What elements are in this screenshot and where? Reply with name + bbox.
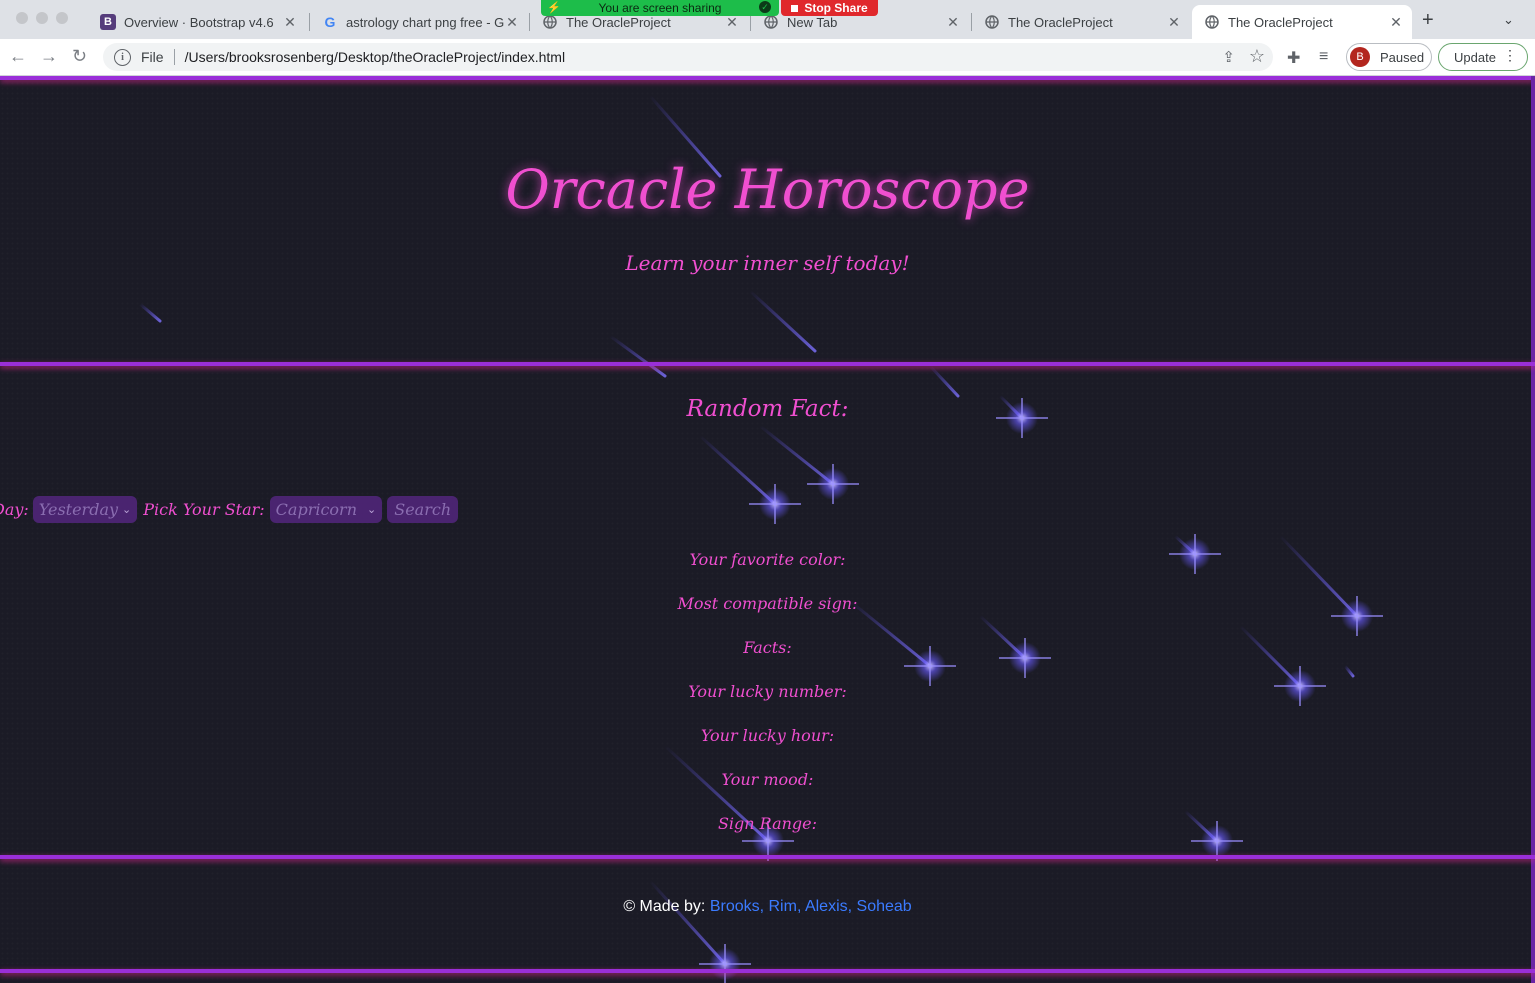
window-close-button[interactable] xyxy=(16,12,28,24)
section-divider xyxy=(0,362,1535,366)
shield-check-icon: ✓ xyxy=(759,1,771,13)
tab-close-icon[interactable]: ✕ xyxy=(724,14,740,31)
window-minimize-button[interactable] xyxy=(36,12,48,24)
shooting-star xyxy=(608,334,667,378)
share-app-icon: ⚡ xyxy=(547,2,561,14)
globe-icon xyxy=(984,14,1000,30)
tab-astrology-search[interactable]: G astrology chart png free - G ✕ xyxy=(310,5,528,39)
chevron-down-icon: ⌄ xyxy=(122,503,132,516)
tab-oracle-2[interactable]: The OracleProject ✕ xyxy=(972,5,1190,39)
page-title: Orcacle Horoscope xyxy=(505,158,1030,221)
sign-range-field: Sign Range: xyxy=(717,814,818,833)
globe-icon xyxy=(542,14,558,30)
tab-bootstrap[interactable]: B Overview · Bootstrap v4.6 ✕ xyxy=(88,5,306,39)
back-arrow-icon[interactable]: ← xyxy=(9,47,27,65)
shooting-star xyxy=(928,364,960,398)
avatar: B xyxy=(1350,47,1370,67)
forward-arrow-icon[interactable]: → xyxy=(40,47,58,65)
top-border xyxy=(0,76,1535,80)
web-page: Orcacle Horoscope Learn your inner self … xyxy=(0,76,1535,983)
screen-share-status: You are screen sharing xyxy=(598,1,722,15)
shooting-star xyxy=(138,302,162,323)
tab-title: The OracleProject xyxy=(566,14,671,30)
shooting-star xyxy=(698,434,801,524)
stop-share-label: Stop Share xyxy=(804,1,868,15)
search-button[interactable]: Search xyxy=(387,496,459,523)
globe-icon xyxy=(763,14,779,30)
day-label: Day: xyxy=(0,500,29,519)
window-zoom-button[interactable] xyxy=(56,12,68,24)
horoscope-form: Day: Yesterday ⌄ Pick Your Star: Caprico… xyxy=(0,496,459,523)
star-select[interactable]: Capricorn ⌄ xyxy=(269,496,383,523)
tab-close-icon[interactable]: ✕ xyxy=(1388,14,1404,31)
tab-close-icon[interactable]: ✕ xyxy=(1166,14,1182,31)
shooting-star xyxy=(748,289,817,353)
address-scheme: File xyxy=(141,49,164,65)
site-info-icon[interactable]: i xyxy=(114,48,131,66)
bootstrap-icon: B xyxy=(100,14,116,30)
shooting-star xyxy=(758,424,859,504)
more-menu-icon[interactable]: ⋮ xyxy=(1503,48,1517,62)
mood-field: Your mood: xyxy=(721,770,814,789)
tab-title: Overview · Bootstrap v4.6 xyxy=(124,14,274,30)
tagline: Learn your inner self today! xyxy=(625,251,910,275)
google-icon: G xyxy=(324,14,336,30)
reading-list-icon[interactable]: ≡ xyxy=(1319,48,1328,66)
tab-title: The OracleProject xyxy=(1228,14,1333,30)
compatible-sign-field: Most compatible sign: xyxy=(677,594,858,613)
facts-field: Facts: xyxy=(743,638,792,657)
tab-close-icon[interactable]: ✕ xyxy=(945,14,961,31)
tab-title: The OracleProject xyxy=(1008,14,1113,30)
globe-icon xyxy=(1204,14,1220,30)
horoscope-info-list: Your favorite color: Most compatible sig… xyxy=(0,548,1535,856)
update-label: Update xyxy=(1454,49,1496,65)
update-button[interactable]: Update ⋮ xyxy=(1438,43,1528,71)
screen-share-banner: ⚡ You are screen sharing ✓ xyxy=(541,0,779,16)
star-label: Pick Your Star: xyxy=(143,500,265,519)
stop-share-button[interactable]: Stop Share xyxy=(781,0,878,16)
random-fact-heading: Random Fact: xyxy=(686,396,849,422)
lucky-hour-field: Your lucky hour: xyxy=(700,726,835,745)
tab-close-icon[interactable]: ✕ xyxy=(282,14,298,31)
stop-icon xyxy=(791,4,799,12)
chevron-down-icon: ⌄ xyxy=(367,503,377,516)
tab-search-chevron-icon[interactable]: ⌄ xyxy=(1503,12,1514,28)
tab-title: astrology chart png free - G xyxy=(346,14,504,30)
footer-divider xyxy=(0,855,1535,859)
reload-icon[interactable]: ↻ xyxy=(72,47,87,65)
tab-oracle-active[interactable]: The OracleProject ✕ xyxy=(1192,5,1412,39)
address-url[interactable]: /Users/brooksrosenberg/Desktop/theOracle… xyxy=(185,49,566,65)
shooting-star xyxy=(648,879,751,983)
address-bar[interactable]: i File /Users/brooksrosenberg/Desktop/th… xyxy=(103,43,1273,71)
browser-toolbar: ← → ↻ i File /Users/brooksrosenberg/Desk… xyxy=(0,39,1535,76)
footer-authors-link[interactable]: Brooks, Rim, Alexis, Soheab xyxy=(710,898,912,915)
profile-button[interactable]: B Paused xyxy=(1346,43,1432,71)
day-select-value: Yesterday xyxy=(38,500,119,519)
day-select[interactable]: Yesterday ⌄ xyxy=(32,496,138,523)
tab-title: New Tab xyxy=(787,14,838,30)
bookmark-star-icon[interactable]: ☆ xyxy=(1249,46,1265,67)
address-divider xyxy=(173,49,175,65)
tab-close-icon[interactable]: ✕ xyxy=(504,14,520,31)
new-tab-plus-icon[interactable]: + xyxy=(1422,9,1434,31)
bottom-border xyxy=(0,969,1535,973)
share-icon[interactable]: ⇪ xyxy=(1222,48,1235,66)
footer-prefix: © Made by: xyxy=(623,898,706,915)
lucky-number-field: Your lucky number: xyxy=(688,682,847,701)
favorite-color-field: Your favorite color: xyxy=(689,550,846,569)
star-select-value: Capricorn xyxy=(275,500,358,519)
browser-tab-strip: B Overview · Bootstrap v4.6 ✕ G astrolog… xyxy=(0,0,1535,39)
footer: © Made by: Brooks, Rim, Alexis, Soheab xyxy=(0,898,1535,916)
extensions-puzzle-icon[interactable]: ✚ xyxy=(1287,48,1300,68)
profile-status: Paused xyxy=(1380,49,1425,65)
